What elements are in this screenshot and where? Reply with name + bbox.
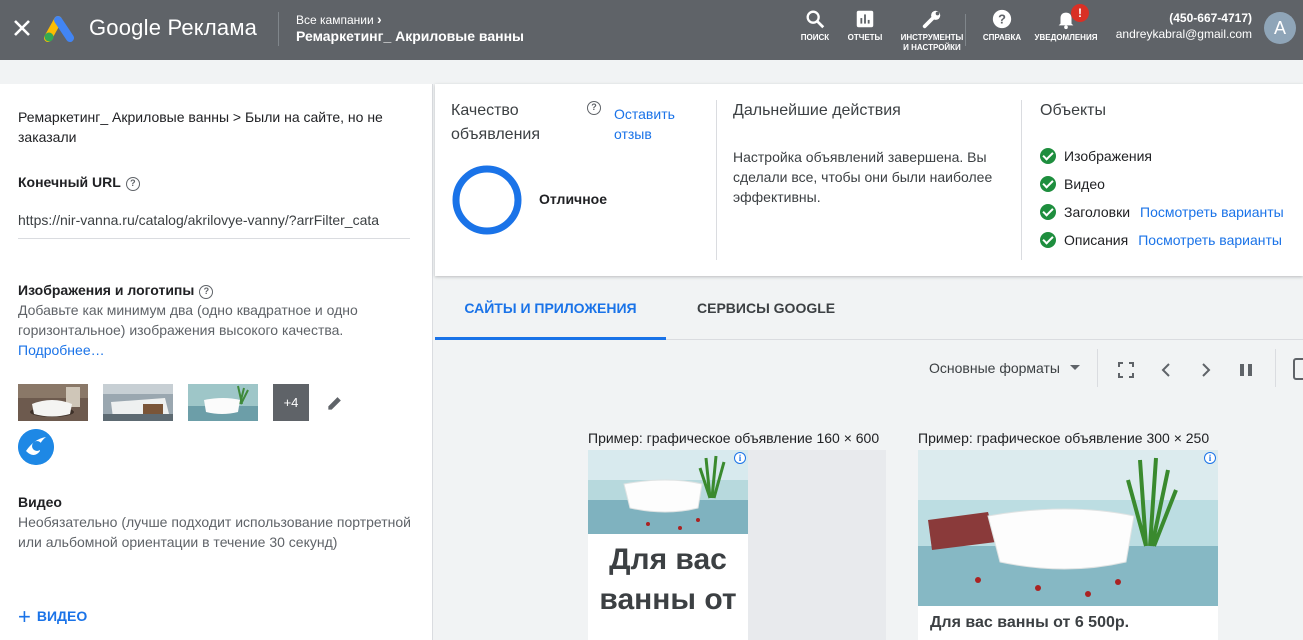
chevron-right-icon[interactable] — [1198, 361, 1214, 379]
fullscreen-icon[interactable] — [1117, 361, 1135, 379]
quality-gauge — [452, 165, 522, 235]
ad-group-breadcrumb: Ремаркетинг_ Акриловые ванны > Были на с… — [18, 109, 383, 145]
help-circle-icon[interactable]: ? — [125, 177, 140, 191]
help-label: СПРАВКА — [982, 33, 1022, 42]
final-url-field[interactable]: https://nir-vanna.ru/catalog/akrilovye-v… — [18, 212, 382, 228]
check-circle-icon — [1040, 232, 1056, 248]
image-thumbnail-3[interactable] — [188, 384, 258, 421]
search-icon — [806, 10, 825, 29]
asset-row-video: Видео — [1040, 176, 1105, 192]
dropdown-arrow-icon — [1069, 365, 1080, 370]
tab-google-services[interactable]: СЕРВИСЫ GOOGLE — [697, 288, 835, 340]
help-button[interactable]: ? СПРАВКА — [980, 8, 1024, 43]
view-description-variants-link[interactable]: Посмотреть варианты — [1138, 232, 1282, 248]
chevron-left-icon[interactable] — [1158, 361, 1174, 379]
check-circle-icon — [1040, 148, 1056, 164]
search-label: ПОИСК — [800, 33, 830, 42]
reports-icon — [856, 10, 874, 28]
pause-icon[interactable] — [1238, 361, 1254, 379]
campaign-name[interactable]: Ремаркетинг_ Акриловые ванны — [296, 28, 524, 44]
asset-row-descriptions: Описания Посмотреть варианты — [1040, 232, 1282, 248]
asset-row-images: Изображения — [1040, 148, 1152, 164]
ad-choices-icon[interactable]: i — [734, 452, 746, 464]
breadcrumb-all-campaigns[interactable]: Все кампании › — [296, 11, 382, 27]
image-thumbnail-2[interactable] — [103, 384, 173, 421]
ad-editor-panel: Ремаркетинг_ Акриловые ванны > Были на с… — [0, 84, 433, 640]
asset-row-headlines: Заголовки Посмотреть варианты — [1040, 204, 1284, 220]
mobile-device-icon[interactable] — [1292, 357, 1303, 381]
learn-more-link[interactable]: Подробнее… — [18, 342, 105, 358]
add-video-button[interactable]: + ВИДЕО — [18, 604, 87, 630]
preview-tabs: САЙТЫ И ПРИЛОЖЕНИЯ СЕРВИСЫ GOOGLE — [435, 288, 1303, 340]
next-steps-title: Дальнейшие действия — [733, 102, 901, 119]
logo-thumbnail[interactable] — [18, 429, 54, 465]
help-circle-icon[interactable]: ? — [199, 285, 214, 299]
ad-headline: Для вас ванны от — [599, 543, 737, 616]
plus-icon: + — [18, 604, 31, 629]
format-select[interactable]: Основные форматы — [929, 360, 1080, 376]
divider — [1021, 100, 1022, 260]
more-images-button[interactable]: +4 — [273, 384, 309, 421]
preview-label-300x250: Пример: графическое объявление 300 × 250 — [918, 430, 1210, 446]
svg-text:?: ? — [998, 12, 1006, 27]
google-ads-logo-icon — [44, 16, 74, 42]
quality-rating: Отличное — [539, 191, 607, 207]
help-circle-icon[interactable]: ? — [587, 101, 601, 115]
input-underline — [18, 238, 410, 239]
ad-headline: Для вас ванны от 6 500р. — [930, 614, 1130, 631]
brand-name: Google Реклама — [89, 15, 258, 40]
help-icon: ? — [992, 9, 1012, 29]
wrench-icon — [922, 10, 941, 29]
ad-preview-160x600[interactable]: i Для вас ванны от — [588, 450, 748, 640]
feedback-link[interactable]: Оставить отзыв — [614, 104, 694, 144]
divider — [1097, 349, 1098, 387]
close-icon[interactable] — [10, 16, 34, 40]
notification-badge: ! — [1071, 4, 1089, 22]
ad-image — [918, 450, 1218, 606]
ad-summary-card: Качество объявления ? Оставить отзыв Отл… — [435, 84, 1303, 276]
reports-button[interactable]: ОТЧЕТЫ — [845, 8, 885, 43]
tools-settings-button[interactable]: ИНСТРУМЕНТЫ И НАСТРОЙКИ — [898, 8, 966, 53]
check-circle-icon — [1040, 204, 1056, 220]
final-url-title: Конечный URL? — [18, 174, 140, 191]
notifications-label: УВЕДОМЛЕНИЯ — [1034, 33, 1098, 42]
preview-background — [748, 450, 886, 640]
divider — [965, 14, 966, 46]
ad-quality-title: Качество объявления — [451, 102, 540, 143]
reports-label: ОТЧЕТЫ — [847, 33, 883, 42]
account-email: andreykabral@gmail.com — [1115, 27, 1252, 41]
account-id: (450-667-4717) — [1169, 11, 1252, 25]
divider — [278, 12, 279, 46]
images-logos-title: Изображения и логотипы? — [18, 282, 214, 299]
sub-header-bar — [0, 60, 1303, 84]
divider — [1275, 349, 1276, 387]
images-description: Добавьте как минимум два (одно квадратно… — [18, 302, 358, 358]
chevron-right-icon: › — [377, 11, 382, 27]
tools-settings-label: ИНСТРУМЕНТЫ И НАСТРОЙКИ — [900, 33, 964, 52]
video-description: Необязательно (лучше подходит использова… — [18, 514, 411, 550]
avatar[interactable]: A — [1264, 12, 1296, 44]
next-steps-text: Настройка объявлений завершена. Вы сдела… — [733, 149, 993, 205]
search-button[interactable]: ПОИСК — [800, 8, 830, 43]
ad-image — [588, 450, 748, 534]
top-app-bar: Google Реклама Все кампании › Ремаркетин… — [0, 0, 1303, 60]
view-headline-variants-link[interactable]: Посмотреть варианты — [1140, 204, 1284, 220]
ad-choices-icon[interactable]: i — [1204, 452, 1216, 464]
tab-sites-apps[interactable]: САЙТЫ И ПРИЛОЖЕНИЯ — [435, 288, 666, 340]
divider — [716, 100, 717, 260]
ad-preview-300x250[interactable]: i Для вас ванны от 6 500р. — [918, 450, 1218, 640]
video-title: Видео — [18, 494, 62, 510]
notifications-button[interactable]: ! УВЕДОМЛЕНИЯ — [1034, 4, 1098, 43]
preview-label-160x600: Пример: графическое объявление 160 × 600 — [588, 430, 880, 446]
check-circle-icon — [1040, 176, 1056, 192]
pencil-icon[interactable] — [325, 393, 345, 413]
assets-title: Объекты — [1040, 102, 1106, 119]
image-thumbnail-1[interactable] — [18, 384, 88, 421]
